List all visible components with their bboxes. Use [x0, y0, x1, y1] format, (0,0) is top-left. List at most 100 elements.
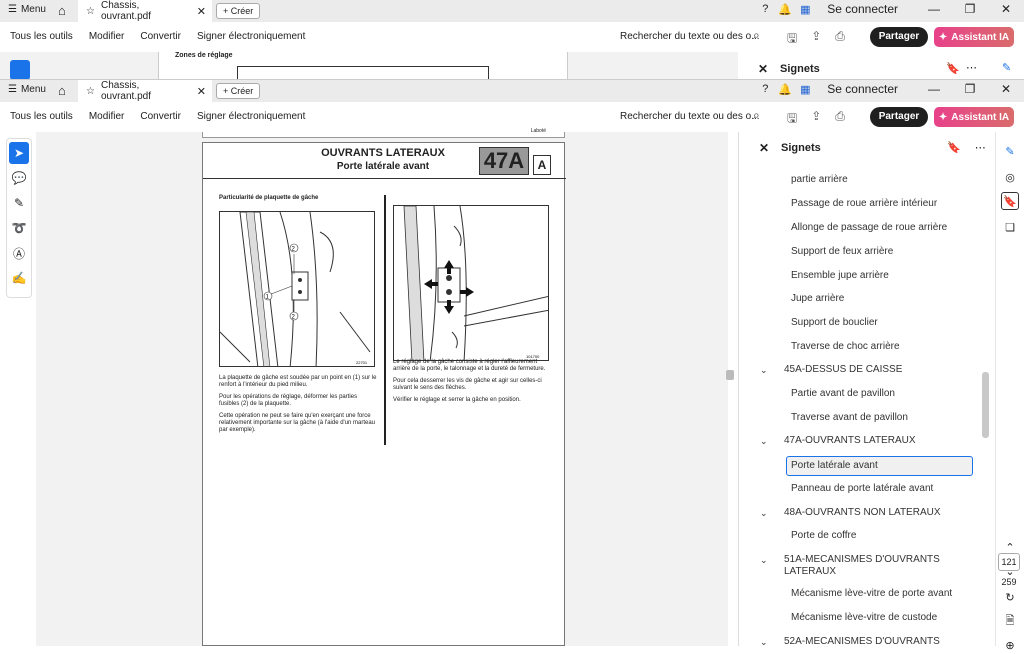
bookmark-item[interactable]: ⌄ 45A-DESSUS DE CAISSE [760, 364, 964, 376]
text-box-tool-icon[interactable]: Ⓐ [7, 242, 31, 264]
current-page-input[interactable]: 121 [998, 553, 1020, 571]
chevron-down-icon[interactable]: ⌄ [760, 507, 768, 519]
ai-assistant-button[interactable]: ✦ Assistant IA [934, 107, 1014, 127]
comment-panel-icon[interactable]: ✎ [1001, 142, 1019, 160]
bookmark-item[interactable]: ⌄ 48A-OUVRANTS NON LATERAUX [760, 507, 964, 519]
bookmark-item[interactable]: Panneau de porte latérale avant [791, 483, 933, 495]
zoom-in-icon[interactable]: ⊕ [1001, 636, 1019, 654]
apps-grid-icon[interactable]: ▦ [795, 3, 815, 16]
all-tools-menu[interactable]: Tous les outils [10, 111, 73, 122]
bookmark-label: Mécanisme lève-vitre de porte avant [791, 588, 953, 599]
document-tab[interactable]: ☆ Chassis, ouvrant.pdf ✕ [78, 80, 212, 102]
extract-page-icon[interactable]: 🗎 [1001, 612, 1019, 630]
bookmark-item[interactable]: ⌄ 47A-OUVRANTS LATERAUX [760, 435, 964, 447]
ghost-edit[interactable]: Modifier [89, 31, 125, 42]
ghost-all-tools[interactable]: Tous les outils [10, 31, 73, 42]
chevron-down-icon[interactable]: ⌄ [760, 554, 768, 566]
bookmark-item[interactable]: Porte latérale avant [786, 456, 973, 476]
upload-icon[interactable]: ⇪ [811, 109, 821, 130]
new-tab-button[interactable]: + Créer [216, 83, 261, 99]
ghost-bookmark-add-icon[interactable]: 🔖 [946, 62, 960, 75]
home-icon[interactable]: ⌂ [58, 83, 66, 98]
menu-button[interactable]: ☰ Menu [8, 84, 46, 95]
bookmarks-scrollbar[interactable] [982, 372, 989, 438]
more-options-icon[interactable]: ⋯ [975, 141, 986, 154]
bell-icon[interactable]: 🔔 [775, 3, 795, 16]
close-tab-icon[interactable]: ✕ [197, 85, 206, 98]
chevron-down-icon[interactable]: ⌄ [760, 364, 768, 376]
ghost-sidebar-close-icon[interactable]: ✕ [758, 62, 768, 76]
ghost-ai-button[interactable]: ✦ Assistant IA [934, 27, 1014, 47]
tab-bar: ☰ Menu ⌂ ☆ Chassis, ouvrant.pdf ✕ + Créer ?… [0, 80, 1024, 102]
search-icon[interactable]: ⌕ [753, 108, 760, 123]
bell-icon[interactable]: 🔔 [775, 83, 795, 96]
print-icon[interactable]: ⎙ [835, 109, 845, 130]
apps-grid-icon[interactable]: ▦ [795, 83, 815, 96]
add-bookmark-icon[interactable]: 🔖 [947, 141, 961, 154]
bookmark-item[interactable]: Traverse avant de pavillon [791, 412, 908, 424]
bookmark-item[interactable]: Traverse de choc arrière [791, 341, 900, 353]
ghost-home-icon[interactable]: ⌂ [58, 3, 66, 18]
convert-menu[interactable]: Convertir [140, 111, 181, 122]
right-column-text: Le réglage de la gâche consiste à régler… [393, 359, 551, 409]
minimize-icon[interactable]: — [916, 2, 952, 16]
comment-tool-icon[interactable]: 💬 [7, 167, 31, 189]
bookmark-item[interactable]: Mécanisme lève-vitre de porte avant [791, 588, 952, 600]
bookmark-item[interactable]: ⌄ 51A-MECANISMES D'OUVRANTS LATERAUX [760, 554, 964, 578]
ghost-share-button[interactable]: Partager [870, 27, 928, 47]
rotate-icon[interactable]: ↻ [1001, 588, 1019, 606]
bookmark-item[interactable]: Jupe arrière [791, 293, 844, 305]
search-field[interactable]: Rechercher du texte ou des o... [620, 111, 760, 122]
connect-link[interactable]: Se connecter [827, 82, 898, 96]
lasso-tool-icon[interactable]: ➰ [7, 217, 31, 239]
ghost-search-field[interactable]: Rechercher du texte ou des o... [620, 31, 760, 42]
bookmark-item[interactable]: Mécanisme lève-vitre de custode [791, 612, 937, 624]
bookmark-item[interactable]: Partie avant de pavillon [791, 388, 895, 400]
strike-plate-drawing: 2 1 2 22701 [220, 212, 371, 366]
sign-tool-icon[interactable]: ✍ [7, 267, 31, 289]
maximize-icon[interactable]: ❐ [952, 2, 988, 16]
bookmark-label: Jupe arrière [791, 293, 845, 304]
select-tool-icon[interactable]: ➤ [9, 142, 29, 164]
ghost-more-icon[interactable]: ⋯ [966, 61, 977, 74]
bookmark-item[interactable]: Allonge de passage de roue arrière [791, 222, 947, 234]
close-window-icon[interactable]: ✕ [988, 82, 1024, 96]
bookmark-item[interactable]: partie arrière [791, 174, 848, 186]
document-scrollbar[interactable] [726, 370, 734, 380]
search-icon[interactable]: ⌕ [753, 28, 760, 43]
save-icon[interactable]: 🖫 [787, 109, 797, 130]
pages-panel-icon[interactable]: ❏ [1001, 218, 1019, 236]
maximize-icon[interactable]: ❐ [952, 82, 988, 96]
ghost-select-tool[interactable] [10, 60, 30, 80]
bookmarks-panel-icon[interactable]: 🔖 [1001, 192, 1019, 210]
minimize-icon[interactable]: — [916, 82, 952, 96]
bookmark-item[interactable]: Support de feux arrière [791, 246, 893, 258]
ghost-document-tab[interactable]: ☆ Chassis, ouvrant.pdf ✕ [78, 0, 212, 22]
ghost-convert[interactable]: Convertir [140, 31, 181, 42]
print-icon[interactable]: ⎙ [835, 29, 845, 50]
bookmark-item[interactable]: Ensemble jupe arrière [791, 270, 889, 282]
pen-tool-icon[interactable]: ✎ [7, 192, 31, 214]
close-window-icon[interactable]: ✕ [988, 2, 1024, 16]
ai-summary-icon[interactable]: ◎ [1001, 168, 1019, 186]
close-tab-icon[interactable]: ✕ [197, 5, 206, 18]
share-button[interactable]: Partager [870, 107, 928, 127]
ghost-new-tab-button[interactable]: + Créer [216, 3, 261, 19]
ghost-sign[interactable]: Signer électroniquement [197, 31, 305, 42]
hamburger-icon: ☰ [8, 4, 17, 15]
ghost-menu-button[interactable]: ☰ Menu [8, 4, 46, 15]
sign-menu[interactable]: Signer électroniquement [197, 111, 305, 122]
bookmark-item[interactable]: Passage de roue arrière intérieur [791, 198, 937, 210]
figure-1-ref: 22701 [356, 360, 368, 365]
chevron-down-icon[interactable]: ⌄ [760, 435, 768, 447]
edit-menu[interactable]: Modifier [89, 111, 125, 122]
help-icon[interactable]: ? [755, 3, 775, 15]
close-panel-icon[interactable]: ✕ [759, 141, 769, 155]
ghost-connect-link[interactable]: Se connecter [827, 2, 898, 16]
save-icon[interactable]: 🖫 [787, 29, 797, 50]
upload-icon[interactable]: ⇪ [811, 29, 821, 50]
bookmark-item[interactable]: Support de bouclier [791, 317, 878, 329]
bookmark-item[interactable]: Porte de coffre [791, 530, 856, 542]
help-icon[interactable]: ? [755, 83, 775, 95]
ghost-comment-icon[interactable]: ✎ [1002, 61, 1011, 74]
